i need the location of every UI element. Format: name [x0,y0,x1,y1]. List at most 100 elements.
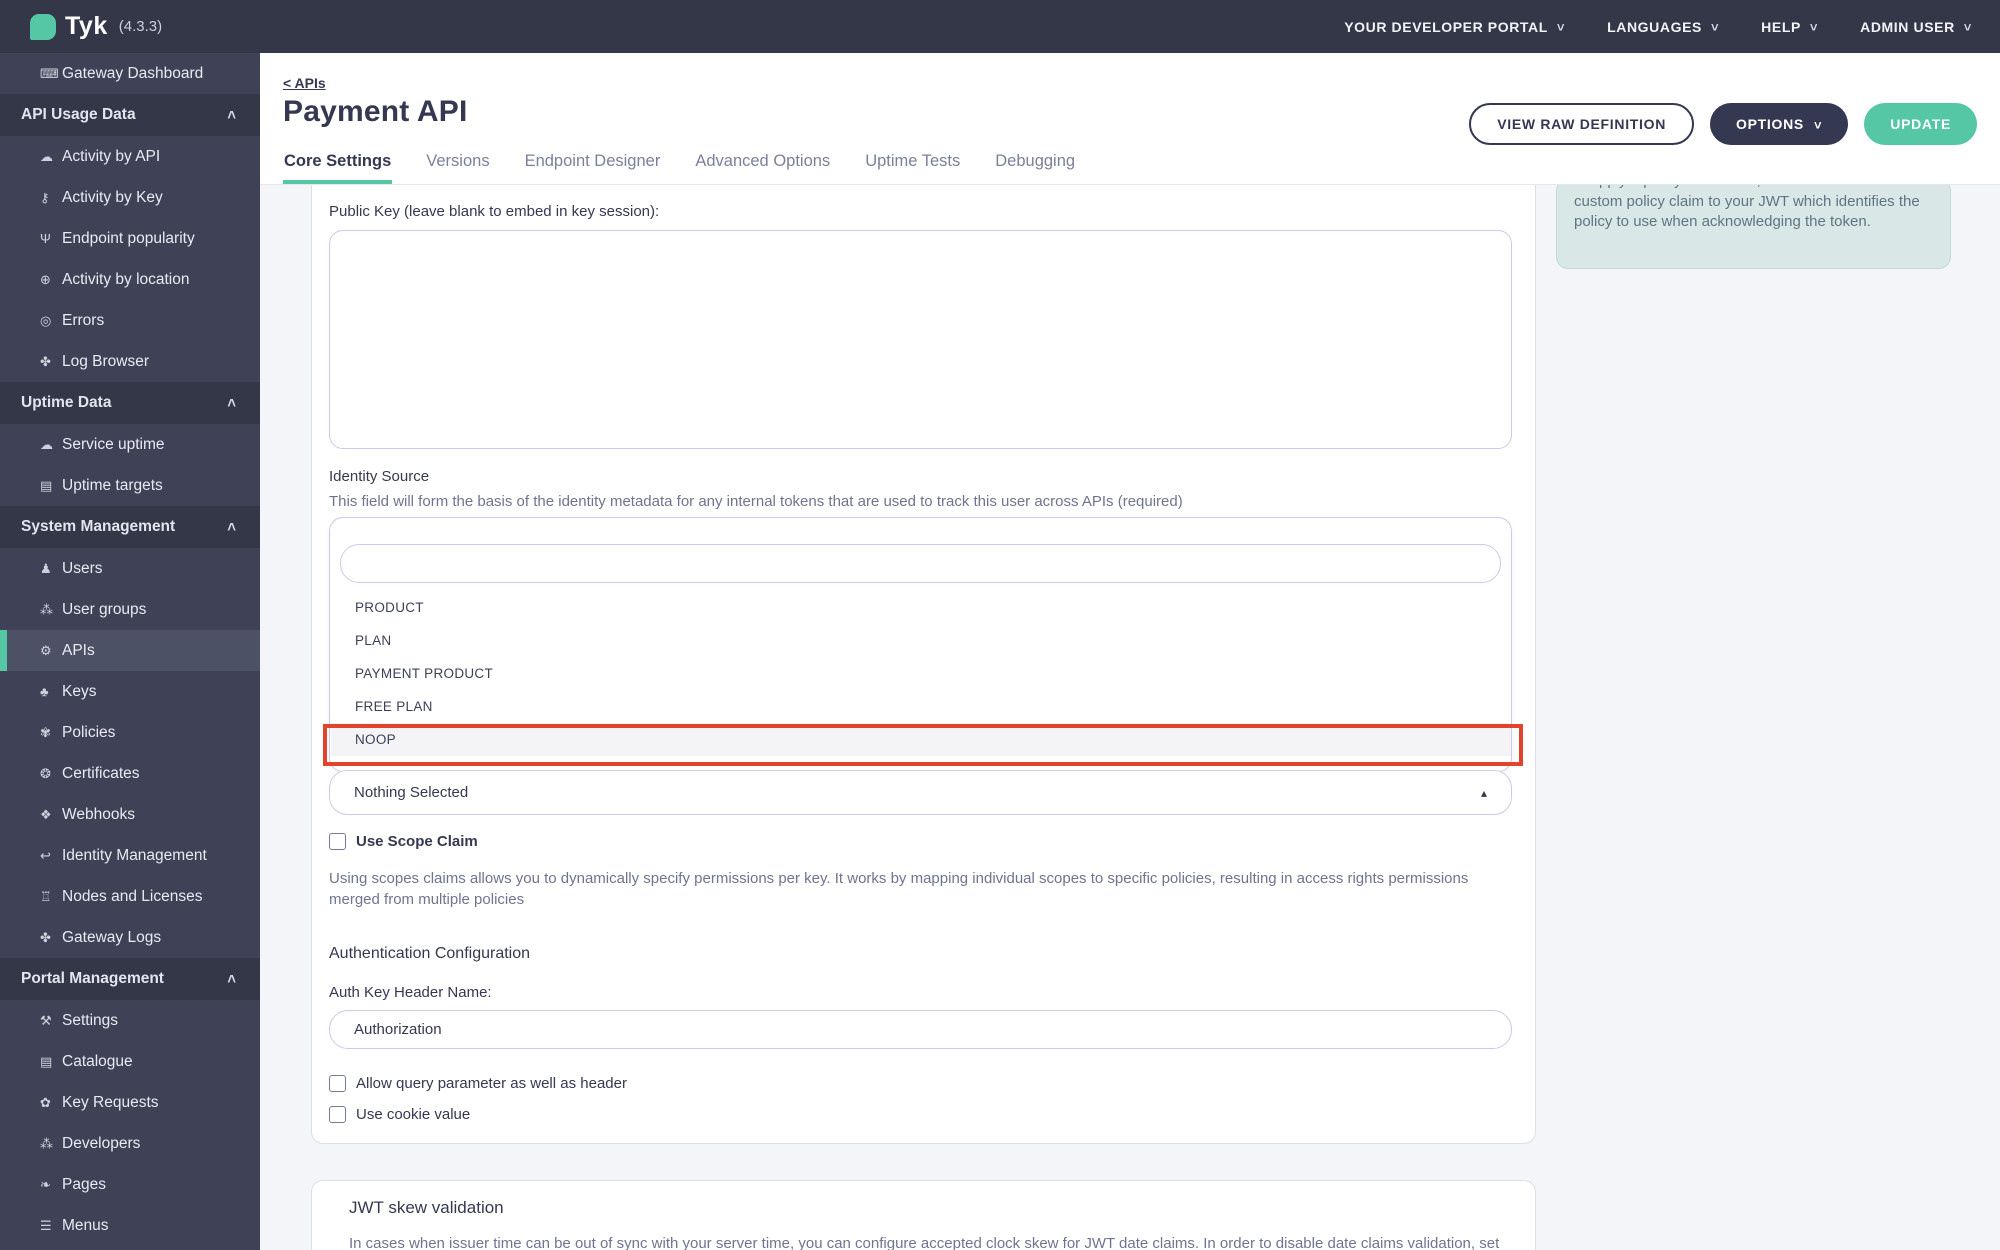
tab-versions[interactable]: Versions [425,144,490,184]
sidebar-item-menus[interactable]: ☰Menus [0,1205,260,1246]
auth-key-header-input[interactable] [329,1010,1512,1049]
allow-query-param-checkbox[interactable] [329,1075,346,1092]
chevron-up-icon: ˄ [227,395,236,412]
tab-endpoint-designer[interactable]: Endpoint Designer [524,144,662,184]
sidebar-section-system-management[interactable]: System Management ˄ [0,506,260,548]
list-icon: ▤ [40,478,62,494]
sidebar-item-label: Errors [62,312,104,330]
sidebar-section-portal-management[interactable]: Portal Management˄ [0,958,260,1000]
options-button-label: OPTIONS [1736,116,1804,132]
page-title: Payment API [283,95,468,129]
key-icon: ⚷ [40,190,62,206]
globe-icon: ⊕ [40,272,62,288]
sidebar-item-label: Gateway Dashboard [62,65,203,83]
identity-source-dropdown: PRODUCTPLANPAYMENT PRODUCTFREE PLANNOOP [329,517,1512,772]
tab-advanced-options[interactable]: Advanced Options [694,144,831,184]
identity-source-select[interactable]: Nothing Selected ▴ [329,770,1512,815]
content-area: Public Key (leave blank to embed in key … [260,185,2000,1250]
certificate-icon: ❂ [40,766,62,782]
wrench-icon: ⚒ [40,1013,62,1029]
sidebar-item-uptime-targets[interactable]: ▤Uptime targets [0,465,260,506]
sidebar-item-policies[interactable]: ✾Policies [0,712,260,753]
topbar-menu-languages[interactable]: LANGUAGES˅ [1607,19,1719,35]
sidebar-item-gateway-dashboard[interactable]: ⌨Gateway Dashboard [0,53,260,94]
policy-icon: ✾ [40,725,62,741]
cloud-icon: ☁ [40,437,62,453]
use-cookie-value-checkbox[interactable] [329,1106,346,1123]
update-button[interactable]: UPDATE [1864,103,1977,145]
sidebar-item-keys[interactable]: ♣Keys [0,671,260,712]
sidebar-item-log-browser[interactable]: ✤Log Browser [0,341,260,382]
sidebar-section-label: System Management [21,518,175,536]
users-group-icon: ⁂ [40,1136,62,1152]
leaf-icon: ❧ [40,1177,62,1193]
sidebar-item-identity-management[interactable]: ↩Identity Management [0,835,260,876]
tab-uptime-tests[interactable]: Uptime Tests [864,144,961,184]
sidebar-item-label: Nodes and Licenses [62,888,202,906]
dropdown-option-free-plan[interactable]: FREE PLAN [331,690,1511,723]
dropdown-option-product[interactable]: PRODUCT [331,591,1511,624]
public-key-textarea[interactable] [329,230,1512,449]
sidebar-item-activity-by-api[interactable]: ☁Activity by API [0,136,260,177]
sidebar-item-label: Gateway Logs [62,929,161,947]
sidebar-nav: ⌨Gateway DashboardAPI Usage Data˄☁Activi… [0,53,260,1250]
target-icon: ◎ [40,313,62,329]
identity-source-search-input[interactable] [340,544,1501,583]
sidebar-section-uptime-data[interactable]: Uptime Data ˄ [0,382,260,424]
sidebar-item-key-requests[interactable]: ✿Key Requests [0,1082,260,1123]
hook-icon: ↩ [40,848,62,864]
monitor-icon: ⌨ [40,66,62,82]
topbar: Tyk (4.3.3) YOUR DEVELOPER PORTAL˅ LANGUA… [0,0,2000,53]
topbar-menu-your-developer-portal[interactable]: YOUR DEVELOPER PORTAL˅ [1344,19,1565,35]
sidebar-item-catalogue[interactable]: ▤Catalogue [0,1041,260,1082]
hamburger-icon: ☰ [40,1218,62,1234]
sidebar-item-label: Webhooks [62,806,135,824]
sidebar-item-activity-by-key[interactable]: ⚷Activity by Key [0,177,260,218]
dropdown-option-payment-product[interactable]: PAYMENT PRODUCT [331,657,1511,690]
identity-source-options: PRODUCTPLANPAYMENT PRODUCTFREE PLANNOOP [331,591,1511,756]
sidebar-item-users[interactable]: ♟Users [0,548,260,589]
sidebar-item-activity-by-location[interactable]: ⊕Activity by location [0,259,260,300]
allow-query-param-row: Allow query parameter as well as header [329,1075,627,1092]
chevron-up-icon: ˄ [227,519,236,536]
topbar-menu-admin-user[interactable]: ADMIN USER˅ [1860,19,1972,35]
tab-debugging[interactable]: Debugging [994,144,1076,184]
sidebar-section-label: Uptime Data [21,394,111,412]
view-raw-definition-button[interactable]: VIEW RAW DEFINITION [1469,103,1694,145]
sidebar-item-gateway-logs[interactable]: ✤Gateway Logs [0,917,260,958]
use-scope-claim-row: Use Scope Claim [329,833,478,850]
logo-text: Tyk [65,12,108,41]
sidebar-item-user-groups[interactable]: ⁂User groups [0,589,260,630]
user-icon: ♟ [40,561,62,577]
sidebar-item-label: Activity by location [62,271,190,289]
topbar-menu-label: LANGUAGES [1607,19,1702,35]
breadcrumb-apis-link[interactable]: < APIs [283,75,326,91]
sidebar-item-label: Key Requests [62,1094,159,1112]
topbar-menu-help[interactable]: HELP˅ [1761,19,1818,35]
sidebar-item-label: User groups [62,601,146,619]
sidebar-item-nodes-and-licenses[interactable]: ♖Nodes and Licenses [0,876,260,917]
dropdown-option-plan[interactable]: PLAN [331,624,1511,657]
chevron-up-icon: ˄ [227,107,236,124]
sidebar-section-api-usage-data[interactable]: API Usage Data˄ [0,94,260,136]
tyk-logo[interactable]: Tyk (4.3.3) [30,12,162,41]
use-scope-claim-checkbox[interactable] [329,833,346,850]
sidebar-item-pages[interactable]: ❧Pages [0,1164,260,1205]
sidebar-item-webhooks[interactable]: ❖Webhooks [0,794,260,835]
sidebar-item-settings[interactable]: ⚒Settings [0,1000,260,1041]
sidebar-item-service-uptime[interactable]: ☁Service uptime [0,424,260,465]
topbar-menu-label: ADMIN USER [1860,19,1955,35]
tab-core-settings[interactable]: Core Settings [283,144,392,184]
options-button[interactable]: OPTIONS ˅ [1710,103,1848,145]
sidebar-item-label: Service uptime [62,436,165,454]
topbar-menu: YOUR DEVELOPER PORTAL˅ LANGUAGES˅ HELP˅ ADM… [1344,19,1972,35]
dropdown-option-noop[interactable]: NOOP [331,723,1511,756]
sidebar-item-apis[interactable]: ⚙APIs [0,630,260,671]
sidebar-item-label: Policies [62,724,115,742]
catalogue-icon: ▤ [40,1054,62,1070]
sidebar-item-endpoint-popularity[interactable]: ΨEndpoint popularity [0,218,260,259]
sidebar-item-certificates[interactable]: ❂Certificates [0,753,260,794]
identity-source-label: Identity Source [329,468,429,485]
sidebar-item-errors[interactable]: ◎Errors [0,300,260,341]
sidebar-item-developers[interactable]: ⁂Developers [0,1123,260,1164]
